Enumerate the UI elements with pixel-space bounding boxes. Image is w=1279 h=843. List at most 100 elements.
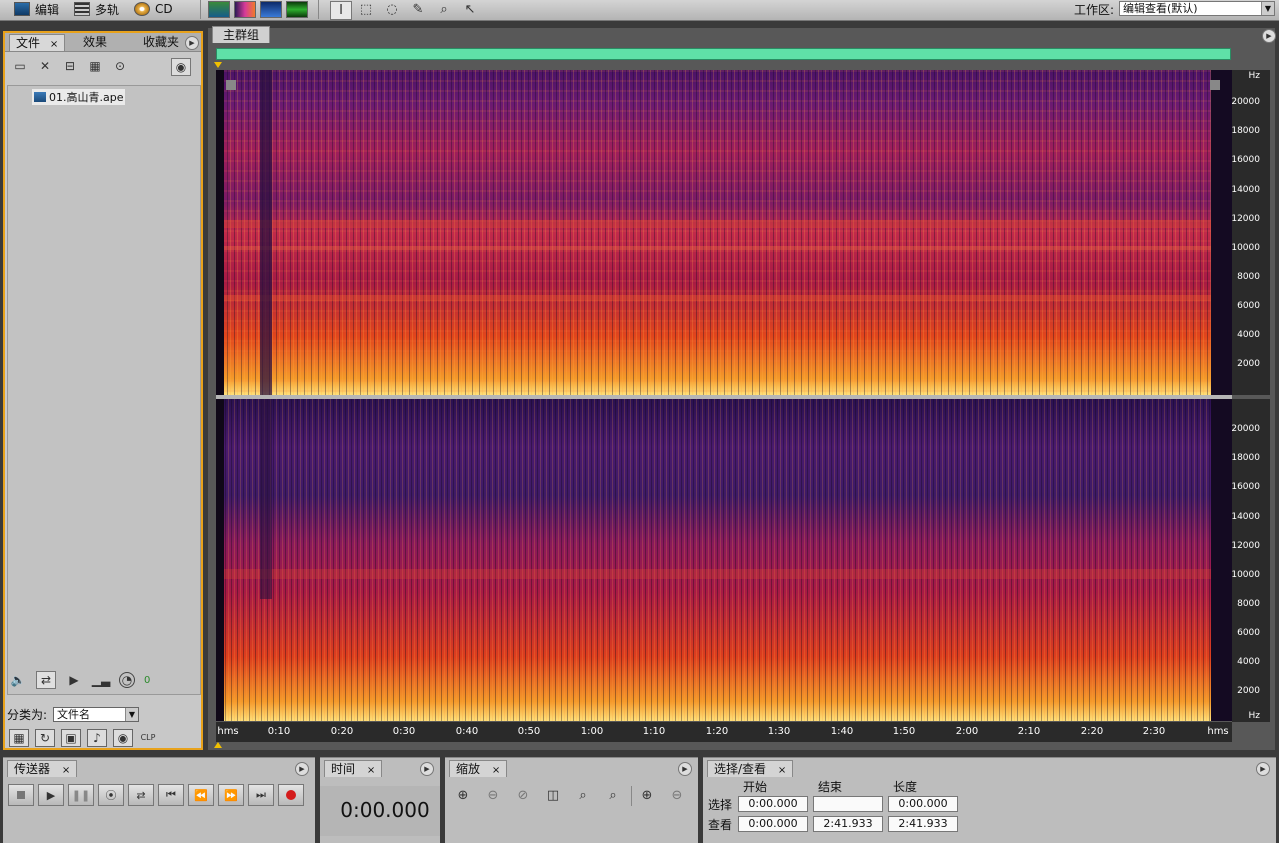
lasso-tool-button[interactable]: ◌ (382, 1, 402, 18)
rewind-button[interactable]: ⏪ (188, 784, 214, 806)
tab-zoom[interactable]: 缩放 × (449, 760, 508, 777)
zoom-in-vertical-button[interactable]: ⊕ (635, 784, 659, 806)
zoom-to-selection-button[interactable]: ◫ (541, 784, 565, 806)
close-icon[interactable]: × (778, 765, 786, 776)
selection-length-field[interactable]: 0:00.000 (888, 796, 958, 812)
view-end-field[interactable]: 2:41.933 (813, 816, 883, 832)
filter-midi-icon[interactable]: ♪ (87, 729, 107, 747)
time-selection-tool-button[interactable]: I (330, 1, 352, 20)
panel-menu-icon[interactable]: ▶ (295, 762, 309, 776)
marquee-tool-button[interactable]: ⬚ (356, 1, 376, 18)
filter-loop-icon[interactable]: ↻ (35, 729, 55, 747)
volume-value: 0 (144, 674, 151, 686)
zoom-out-full-icon: ⊘ (517, 787, 529, 803)
close-icon[interactable]: × (50, 39, 58, 50)
files-panel-tabs: 文件 × 效果 收藏夹 ▶ (5, 33, 201, 52)
go-to-end-button[interactable]: ⏭ (248, 784, 274, 806)
chevron-down-icon: ▼ (1261, 2, 1274, 15)
zoom-in-horizontal-button[interactable]: ⊕ (451, 784, 475, 806)
close-icon[interactable]: × (492, 765, 500, 776)
selection-end-field[interactable] (813, 796, 883, 812)
import-icon[interactable]: ⊟ (61, 58, 79, 74)
filter-audio-icon[interactable]: ▦ (9, 729, 29, 747)
view-length-field[interactable]: 2:41.933 (888, 816, 958, 832)
overview-bar[interactable] (216, 48, 1231, 60)
fast-forward-button[interactable]: ⏩ (218, 784, 244, 806)
brush-tool-button[interactable]: ✎ (408, 1, 428, 18)
zoom-out-horizontal-button[interactable]: ⊖ (481, 784, 505, 806)
panel-menu-icon[interactable]: ▶ (678, 762, 692, 776)
pause-button[interactable]: ❚❚ (68, 784, 94, 806)
record-icon (286, 790, 296, 800)
cd-view-button[interactable]: CD (134, 1, 173, 17)
spot-healing-tool-button[interactable]: ⌕ (434, 1, 454, 18)
filter-preview-icon[interactable]: ◉ (113, 729, 133, 747)
insert-multitrack-icon[interactable]: ▦ (86, 58, 104, 74)
volume-meter-icon: ▁▃ (91, 673, 111, 687)
extract-audio-icon[interactable]: ⊙ (111, 58, 129, 74)
time-tick: 1:00 (580, 726, 604, 737)
waveform-view-button[interactable] (208, 1, 230, 18)
play-icon: ▶ (46, 788, 56, 802)
stop-button[interactable] (8, 784, 34, 806)
selection-start-field[interactable]: 0:00.000 (738, 796, 808, 812)
workspace-select[interactable]: 编辑查看(默认) ▼ (1119, 1, 1275, 16)
tab-effects[interactable]: 效果 (77, 34, 113, 50)
panel-menu-icon[interactable]: ▶ (185, 36, 199, 50)
play-icon[interactable]: ▶ (65, 672, 83, 688)
close-icon[interactable]: × (62, 765, 70, 776)
zoom-in-vertical-icon: ⊕ (641, 787, 653, 803)
tab-main-group-label: 主群组 (223, 28, 260, 42)
workspace-value: 编辑查看(默认) (1123, 2, 1198, 15)
spectral-pan-view-button[interactable] (260, 1, 282, 18)
play-to-end-button[interactable]: ⦿ (98, 784, 124, 806)
panel-menu-icon[interactable]: ▶ (420, 762, 434, 776)
clip-icon[interactable]: CLP (139, 729, 157, 745)
scrub-tool-button[interactable]: ↖ (460, 1, 480, 18)
play-button[interactable]: ▶ (38, 784, 64, 806)
frequency-ruler-left: Hz 20000 18000 16000 14000 12000 10000 8… (1231, 70, 1270, 395)
spectral-phase-view-button[interactable] (286, 1, 308, 18)
filter-video-icon[interactable]: ▣ (61, 729, 81, 747)
spectral-frequency-view-button[interactable] (234, 1, 256, 18)
list-item[interactable]: 01.高山青.ape (32, 89, 126, 105)
loop-button[interactable]: ⇄ (128, 784, 154, 806)
tab-favorites[interactable]: 收藏夹 (137, 34, 185, 50)
zoom-out-vertical-button[interactable]: ⊖ (665, 784, 689, 806)
multitrack-view-button[interactable]: 多轨 (74, 1, 119, 17)
panel-menu-icon[interactable]: ▶ (1262, 29, 1276, 43)
show-options-icon[interactable]: ◉ (171, 58, 191, 76)
sort-select[interactable]: 文件名 ▼ (53, 707, 139, 722)
volume-knob[interactable]: ◔ (119, 672, 135, 688)
view-start-field[interactable]: 0:00.000 (738, 816, 808, 832)
spectrogram-channel-left[interactable] (216, 70, 1232, 395)
tab-files[interactable]: 文件 × (9, 34, 66, 51)
panel-menu-icon[interactable]: ▶ (1256, 762, 1270, 776)
speaker-icon[interactable]: 🔈 (9, 672, 27, 688)
tab-transport[interactable]: 传送器 × (7, 760, 78, 777)
edit-view-label: 编辑 (35, 2, 60, 17)
record-button[interactable] (278, 784, 304, 806)
spectrogram-channel-right[interactable] (216, 399, 1232, 721)
frequency-tick: 16000 (1231, 482, 1260, 492)
open-file-icon[interactable]: ▭ (11, 58, 29, 74)
tab-selection-view[interactable]: 选择/查看 × (707, 760, 794, 777)
tab-transport-label: 传送器 (14, 762, 51, 776)
edit-view-button[interactable]: 编辑 (14, 1, 59, 17)
frequency-tick: 20000 (1231, 97, 1260, 107)
frequency-tick: 16000 (1231, 155, 1260, 165)
loop-icon[interactable]: ⇄ (36, 671, 56, 689)
tab-time[interactable]: 时间 × (324, 760, 383, 777)
zoom-to-right-edge-button[interactable]: ⌕ (601, 784, 625, 806)
tab-main-group[interactable]: 主群组 (212, 26, 271, 43)
zoom-to-left-edge-button[interactable]: ⌕ (571, 784, 595, 806)
time-ruler[interactable]: hms 0:10 0:20 0:30 0:40 0:50 1:00 1:10 1… (216, 722, 1232, 742)
tab-selection-view-label: 选择/查看 (714, 762, 767, 776)
close-icon[interactable]: × (367, 765, 375, 776)
zoom-out-full-button[interactable]: ⊘ (511, 784, 535, 806)
playhead-marker-icon[interactable] (214, 62, 222, 68)
close-file-icon[interactable]: ✕ (36, 58, 54, 74)
go-to-start-button[interactable]: ⏮ (158, 784, 184, 806)
playhead-marker-icon[interactable] (214, 742, 222, 748)
frequency-unit-label: Hz (1248, 71, 1261, 81)
